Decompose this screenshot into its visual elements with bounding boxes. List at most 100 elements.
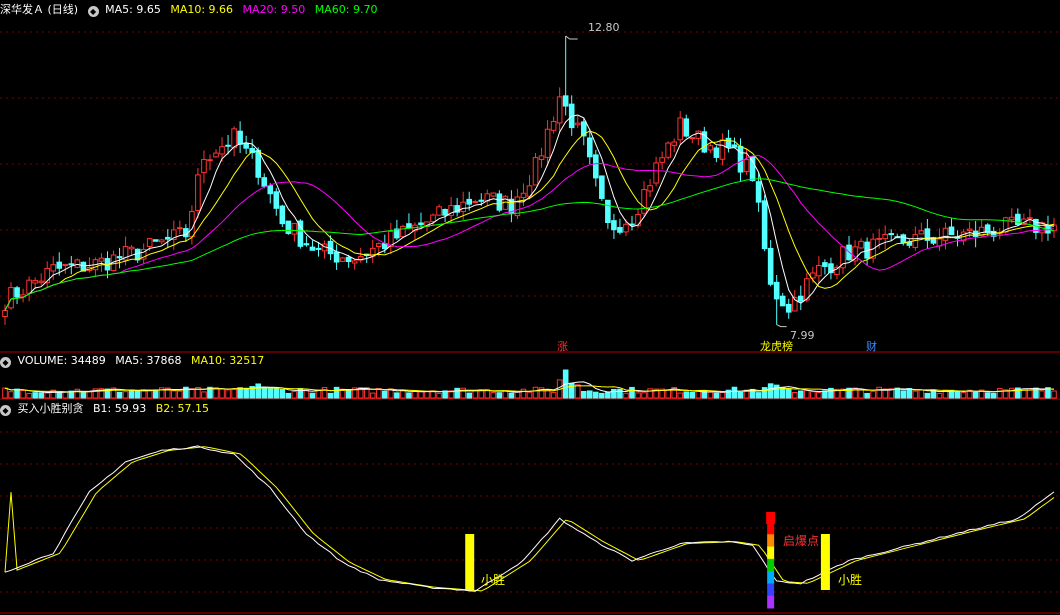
volume-bar bbox=[1008, 387, 1015, 399]
candle-body bbox=[822, 262, 828, 267]
candle-body bbox=[158, 239, 165, 243]
candle-body bbox=[942, 227, 949, 241]
candle-body bbox=[375, 243, 382, 248]
volume-bar bbox=[122, 391, 129, 399]
marker-zhang[interactable]: 涨 bbox=[557, 338, 568, 354]
volume-bar bbox=[864, 392, 870, 399]
candle-body bbox=[641, 189, 647, 214]
candle-body bbox=[146, 238, 153, 248]
volume-bar bbox=[327, 392, 334, 399]
volume-bar bbox=[62, 391, 69, 399]
candle-body bbox=[261, 177, 268, 187]
candle-body bbox=[442, 209, 448, 216]
candle-body bbox=[749, 156, 756, 182]
candle-body bbox=[725, 137, 732, 148]
candle-body bbox=[8, 286, 14, 309]
volume-bar bbox=[32, 392, 38, 399]
volume-bar bbox=[580, 390, 587, 399]
signal-label-xiaosheng-2: 小胜 bbox=[838, 573, 863, 587]
volume-bar bbox=[695, 390, 702, 399]
candle-body bbox=[683, 118, 690, 137]
candle-body bbox=[948, 226, 955, 236]
ma5-line bbox=[4, 114, 1055, 311]
candle-body bbox=[207, 159, 213, 162]
oscillator-lines bbox=[4, 445, 1055, 592]
volume-bar bbox=[623, 392, 629, 399]
volume-bar bbox=[394, 392, 400, 399]
candle-body bbox=[496, 193, 503, 211]
volume-bar bbox=[219, 388, 225, 399]
candle-body bbox=[665, 142, 671, 158]
volume-bar bbox=[990, 392, 997, 399]
qibaodian-signal-segment bbox=[767, 571, 775, 584]
candle-body bbox=[460, 201, 466, 213]
volume-bar bbox=[635, 392, 641, 399]
candle-body bbox=[98, 257, 105, 262]
volume-bar bbox=[80, 391, 87, 399]
volume-bar bbox=[128, 389, 135, 399]
volume-bar bbox=[8, 391, 14, 399]
candle-body bbox=[32, 280, 38, 284]
volume-bar bbox=[816, 391, 822, 399]
candle-body bbox=[677, 117, 684, 141]
marker-cai[interactable]: 财 bbox=[866, 338, 877, 354]
volume-bar bbox=[291, 391, 298, 399]
candle-body bbox=[755, 181, 762, 203]
candle-body bbox=[225, 144, 231, 147]
candle-body bbox=[773, 281, 780, 300]
marker-longhubang[interactable]: 龙虎榜 bbox=[760, 338, 793, 354]
candle-body bbox=[231, 128, 237, 149]
volume-bar bbox=[237, 387, 243, 399]
candle-body bbox=[653, 162, 659, 184]
candle-body bbox=[1027, 217, 1033, 220]
volume-bar bbox=[2, 387, 8, 399]
candle-body bbox=[532, 157, 539, 186]
volume-bar bbox=[677, 392, 684, 399]
stock-chart[interactable] bbox=[0, 0, 1060, 615]
candle-body bbox=[586, 137, 593, 158]
candle-body bbox=[767, 247, 774, 285]
volume-bar bbox=[382, 390, 388, 399]
volume-bar bbox=[424, 390, 430, 399]
xiaosheng-signal-bar bbox=[820, 534, 830, 590]
candle-body bbox=[285, 220, 292, 234]
candle-body bbox=[659, 157, 665, 163]
qibaodian-signal-segment bbox=[767, 595, 775, 609]
volume-bar bbox=[996, 388, 1003, 399]
volume-bar bbox=[285, 392, 292, 399]
candle-body bbox=[339, 257, 346, 262]
candle-body bbox=[418, 222, 424, 226]
candle-body bbox=[333, 251, 340, 263]
volume-bar bbox=[152, 389, 159, 399]
volume-bar bbox=[647, 388, 653, 399]
volume-bar bbox=[1039, 390, 1045, 399]
candle-body bbox=[779, 295, 786, 307]
volume-bar bbox=[267, 388, 274, 399]
volume-bar bbox=[26, 392, 32, 399]
volume-bar bbox=[273, 388, 280, 399]
candle-body bbox=[382, 243, 388, 250]
signal-label-qibaodian: 启爆点 bbox=[783, 534, 820, 548]
volume-bar bbox=[605, 391, 611, 399]
candle-body bbox=[538, 155, 545, 161]
volume-bar bbox=[496, 392, 503, 399]
candle-body bbox=[406, 223, 412, 229]
volume-bar bbox=[761, 387, 768, 399]
volume-bar bbox=[472, 390, 479, 399]
candle-body bbox=[345, 256, 352, 263]
volume-bar bbox=[460, 387, 466, 399]
candle-body bbox=[605, 199, 611, 224]
candle-body bbox=[713, 147, 720, 158]
candle-body bbox=[2, 309, 8, 317]
volume-bar bbox=[617, 388, 623, 399]
candle-body bbox=[213, 152, 219, 158]
candle-body bbox=[888, 233, 895, 236]
volume-bar bbox=[255, 383, 262, 399]
volume-bar bbox=[44, 392, 51, 399]
candle-body bbox=[351, 260, 358, 264]
volume-bar bbox=[134, 390, 141, 399]
candle-body bbox=[816, 265, 822, 277]
candle-body bbox=[695, 130, 702, 139]
candle-body bbox=[56, 261, 63, 269]
candle-body bbox=[743, 159, 750, 173]
